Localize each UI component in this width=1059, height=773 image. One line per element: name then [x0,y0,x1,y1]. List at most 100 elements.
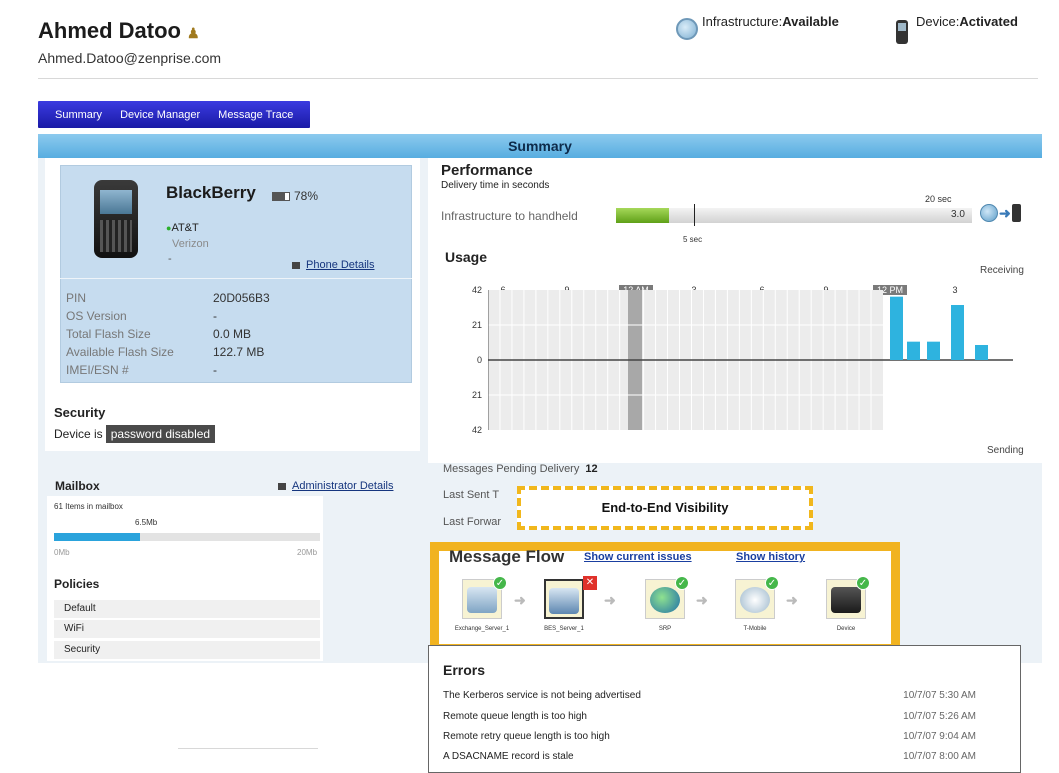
battery-percent: 78% [294,189,319,203]
messages-pending-value: 12 [585,463,598,475]
usage-title: Usage [445,249,488,265]
device-name: BlackBerry [166,183,256,202]
administrator-details-link[interactable]: Administrator Details [278,480,393,492]
flow-node-label: SRP [658,626,672,632]
phone-icon [896,20,908,44]
device-status-label: Device: [916,14,960,29]
user-name: Ahmed Datoo ♟ [38,18,200,43]
policy-item[interactable]: WiFi [54,620,320,638]
device-keyboard [100,220,132,252]
flow-node-bes-server[interactable] [544,579,584,619]
usage-bar [927,341,940,360]
details-icon [292,261,300,269]
device-status: Device: Activated [892,14,1018,44]
error-date: 10/7/07 8:00 AM [903,751,976,762]
policy-item[interactable]: Security [54,641,320,659]
summary-header: Summary [38,134,1042,158]
error-row[interactable]: A DSACNAME record is stale 10/7/07 8:00 A… [443,751,976,762]
error-date: 10/7/07 5:26 AM [903,711,976,722]
performance-value: 3.0 [951,209,965,220]
header-divider [38,78,1038,79]
mailbox-max-label: 20Mb [297,548,318,557]
error-date: 10/7/07 5:30 AM [903,690,976,701]
performance-label: Infrastructure to handheld [441,209,578,223]
spec-value: 0.0 MB [213,327,252,341]
globe-icon [980,204,998,222]
spec-label: Total Flash Size [66,327,151,341]
show-history-link[interactable]: Show history [736,551,805,563]
show-current-issues-link[interactable]: Show current issues [584,551,692,563]
policy-item[interactable]: Default [54,600,320,618]
usage-bar [890,296,903,360]
spec-value: - [213,309,217,323]
administrator-details-label: Administrator Details [292,480,394,492]
performance-title: Performance [441,162,533,179]
flow-node-label: T-Mobile [743,626,767,632]
ok-check-icon: ✓ [675,576,689,590]
usage-bar [907,341,920,360]
device-icon [831,587,861,613]
spec-label: PIN [66,291,87,305]
device-status-value: Activated [959,14,1018,29]
device-screen [100,190,132,214]
end-to-end-visibility-callout: End-to-End Visibility [517,486,813,530]
user-icon: ♟ [187,25,200,41]
error-x-icon: ✕ [583,576,597,590]
error-row[interactable]: Remote retry queue length is too high 10/… [443,731,976,742]
server-icon [549,588,579,614]
battery-icon [272,191,290,201]
battery-indicator: 78% [272,189,318,203]
messages-pending: Messages Pending Delivery 12 [443,463,598,475]
y-tick-label: 0 [476,355,482,365]
messages-pending-label: Messages Pending Delivery [443,463,580,475]
error-text: Remote queue length is too high [443,711,587,722]
flow-node-label: Exchange_Server_1 [454,626,510,632]
performance-threshold-label: 5 sec [683,235,703,244]
flow-node-label: Device [836,626,856,632]
last-forward-label: Last Forwar [443,516,502,528]
phone-icon [1011,204,1021,222]
user-email: Ahmed.Datoo@zenprise.com [38,50,222,66]
password-status-badge: password disabled [105,425,216,443]
usage-bar [975,345,988,360]
performance-max-label: 20 sec [925,194,952,204]
last-sent-label: Last Sent T [443,489,500,501]
receiving-label: Receiving [980,265,1024,276]
mailbox-item-count: 61 Items in mailbox [54,502,123,511]
device-info-divider [60,278,412,279]
ok-check-icon: ✓ [856,576,870,590]
tab-summary[interactable]: Summary [46,109,111,121]
battery-fill [273,192,286,200]
phone-details-link[interactable]: Phone Details [292,259,375,271]
globe-icon [676,18,698,40]
tower-icon [740,587,770,613]
mailbox-min-label: 0Mb [54,548,70,557]
flow-arrow-icon: ➜ [696,592,708,608]
ok-check-icon: ✓ [765,576,779,590]
sending-label: Sending [987,445,1024,456]
error-date: 10/7/07 9:04 AM [903,731,976,742]
message-flow-title: Message Flow [449,547,565,566]
performance-bar [616,208,972,223]
mailbox-usage-fill [54,533,141,541]
mailbox-title: Mailbox [55,479,100,493]
y-tick-label: 42 [471,425,482,435]
y-tick-label: 21 [471,320,482,330]
error-row[interactable]: Remote queue length is too high 10/7/07 5… [443,711,976,722]
tab-message-trace[interactable]: Message Trace [209,109,302,121]
usage-chart [488,290,1013,430]
spec-label: OS Version [66,309,127,323]
infrastructure-status-value: Available [782,14,839,29]
security-title: Security [54,405,106,420]
error-text: Remote retry queue length is too high [443,731,610,742]
infrastructure-status: Infrastructure: Available [676,14,839,40]
spec-value: 20D056B3 [213,291,270,305]
tab-device-manager[interactable]: Device Manager [111,109,209,121]
spec-value: 122.7 MB [213,345,265,359]
spec-label: IMEI/ESN # [66,363,129,377]
tab-bar: Summary Device Manager Message Trace [38,101,311,128]
server-icon [467,587,497,613]
security-status: Device is password disabled [54,425,216,443]
y-tick-label: 42 [471,285,482,295]
error-row[interactable]: The Kerberos service is not being advert… [443,690,976,701]
